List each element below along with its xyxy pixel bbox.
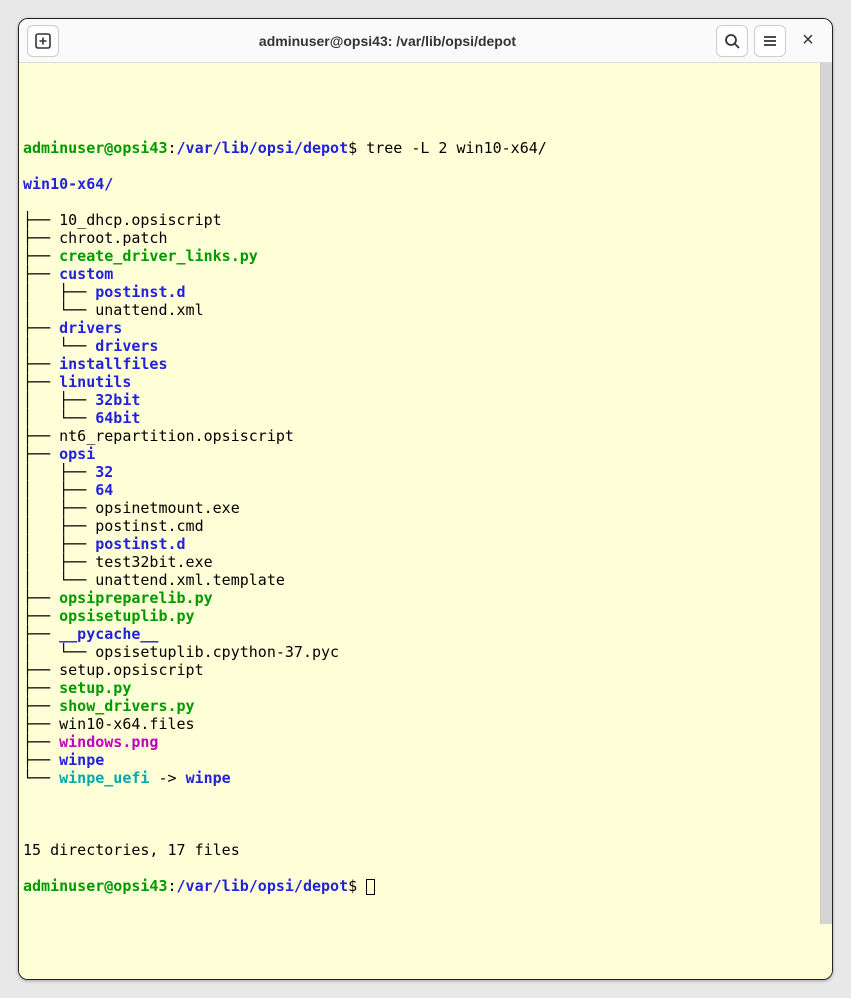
tree-entry: setup.py <box>59 679 131 697</box>
tree-entry: 32bit <box>95 391 140 409</box>
tree-entry: chroot.patch <box>59 229 167 247</box>
blank-line <box>23 805 814 823</box>
tree-line: ├── chroot.patch <box>23 229 814 247</box>
tree-line: ├── opsi <box>23 445 814 463</box>
tree-line: │ └── 64bit <box>23 409 814 427</box>
tree-line: │ └── unattend.xml <box>23 301 814 319</box>
tree-line: ├── create_driver_links.py <box>23 247 814 265</box>
tree-entry: nt6_repartition.opsiscript <box>59 427 294 445</box>
titlebar: adminuser@opsi43: /var/lib/opsi/depot × <box>19 19 832 63</box>
tree-root: win10-x64/ <box>23 175 814 193</box>
new-tab-button[interactable] <box>27 25 59 57</box>
tree-entry: drivers <box>95 337 158 355</box>
tree-entry: postinst.d <box>95 535 185 553</box>
tree-entry: winpe <box>59 751 104 769</box>
window-title: adminuser@opsi43: /var/lib/opsi/depot <box>67 33 708 49</box>
tree-line: │ ├── postinst.d <box>23 283 814 301</box>
hamburger-icon <box>762 33 778 49</box>
tree-line: │ ├── 64 <box>23 481 814 499</box>
plus-square-icon <box>34 32 52 50</box>
command-text: tree -L 2 win10-x64/ <box>366 139 547 157</box>
tree-entry: create_driver_links.py <box>59 247 258 265</box>
scrollbar[interactable] <box>820 63 832 924</box>
symlink-target: winpe <box>186 769 231 787</box>
prompt-line-2: adminuser@opsi43:/var/lib/opsi/depot$ <box>23 877 814 895</box>
tree-entry: unattend.xml <box>95 301 203 319</box>
tree-line: ├── winpe <box>23 751 814 769</box>
tree-line: │ ├── postinst.d <box>23 535 814 553</box>
tree-line: ├── linutils <box>23 373 814 391</box>
tree-line: ├── opsisetuplib.py <box>23 607 814 625</box>
tree-entry: drivers <box>59 319 122 337</box>
tree-output: ├── 10_dhcp.opsiscript├── chroot.patch├─… <box>23 211 814 787</box>
tree-summary: 15 directories, 17 files <box>23 841 814 859</box>
terminal-window: adminuser@opsi43: /var/lib/opsi/depot × <box>18 18 833 980</box>
search-icon <box>724 33 740 49</box>
tree-entry: setup.opsiscript <box>59 661 204 679</box>
tree-entry: 64bit <box>95 409 140 427</box>
tree-line: │ ├── 32bit <box>23 391 814 409</box>
tree-line: │ ├── test32bit.exe <box>23 553 814 571</box>
tree-entry: test32bit.exe <box>95 553 212 571</box>
prompt-user-host: adminuser@opsi43 <box>23 877 168 895</box>
tree-entry: winpe_uefi <box>59 769 149 787</box>
prompt-cwd: /var/lib/opsi/depot <box>177 877 349 895</box>
tree-line: ├── nt6_repartition.opsiscript <box>23 427 814 445</box>
tree-line: │ ├── opsinetmount.exe <box>23 499 814 517</box>
tree-line: ├── win10-x64.files <box>23 715 814 733</box>
cursor <box>366 879 375 895</box>
tree-entry: linutils <box>59 373 131 391</box>
tree-line: ├── setup.py <box>23 679 814 697</box>
tree-entry: __pycache__ <box>59 625 158 643</box>
tree-line: └── winpe_uefi -> winpe <box>23 769 814 787</box>
tree-entry: 32 <box>95 463 113 481</box>
tree-entry: postinst.d <box>95 283 185 301</box>
tree-entry: postinst.cmd <box>95 517 203 535</box>
terminal-content: adminuser@opsi43:/var/lib/opsi/depot$ tr… <box>23 121 828 931</box>
tree-line: │ └── opsisetuplib.cpython-37.pyc <box>23 643 814 661</box>
tree-entry: custom <box>59 265 113 283</box>
tree-line: ├── show_drivers.py <box>23 697 814 715</box>
tree-entry: opsisetuplib.py <box>59 607 194 625</box>
tree-line: │ └── unattend.xml.template <box>23 571 814 589</box>
search-button[interactable] <box>716 25 748 57</box>
tree-line: ├── drivers <box>23 319 814 337</box>
tree-entry: 64 <box>95 481 113 499</box>
tree-line: ├── installfiles <box>23 355 814 373</box>
tree-line: ├── __pycache__ <box>23 625 814 643</box>
tree-line: │ ├── postinst.cmd <box>23 517 814 535</box>
tree-line: ├── opsipreparelib.py <box>23 589 814 607</box>
tree-line: │ ├── 32 <box>23 463 814 481</box>
tree-entry: unattend.xml.template <box>95 571 285 589</box>
tree-entry: opsinetmount.exe <box>95 499 240 517</box>
menu-button[interactable] <box>754 25 786 57</box>
prompt-cwd: /var/lib/opsi/depot <box>177 139 349 157</box>
tree-line: ├── windows.png <box>23 733 814 751</box>
terminal-viewport[interactable]: adminuser@opsi43:/var/lib/opsi/depot$ tr… <box>19 63 832 979</box>
tree-entry: show_drivers.py <box>59 697 194 715</box>
tree-line: ├── setup.opsiscript <box>23 661 814 679</box>
tree-entry: 10_dhcp.opsiscript <box>59 211 222 229</box>
tree-line: │ └── drivers <box>23 337 814 355</box>
tree-line: ├── custom <box>23 265 814 283</box>
tree-entry: win10-x64.files <box>59 715 194 733</box>
tree-entry: installfiles <box>59 355 167 373</box>
close-button[interactable]: × <box>792 25 824 57</box>
prompt-user-host: adminuser@opsi43 <box>23 139 168 157</box>
tree-entry: opsisetuplib.cpython-37.pyc <box>95 643 339 661</box>
tree-entry: windows.png <box>59 733 158 751</box>
tree-line: ├── 10_dhcp.opsiscript <box>23 211 814 229</box>
tree-entry: opsi <box>59 445 95 463</box>
tree-entry: opsipreparelib.py <box>59 589 213 607</box>
prompt-line: adminuser@opsi43:/var/lib/opsi/depot$ tr… <box>23 139 814 157</box>
close-icon: × <box>802 29 814 52</box>
